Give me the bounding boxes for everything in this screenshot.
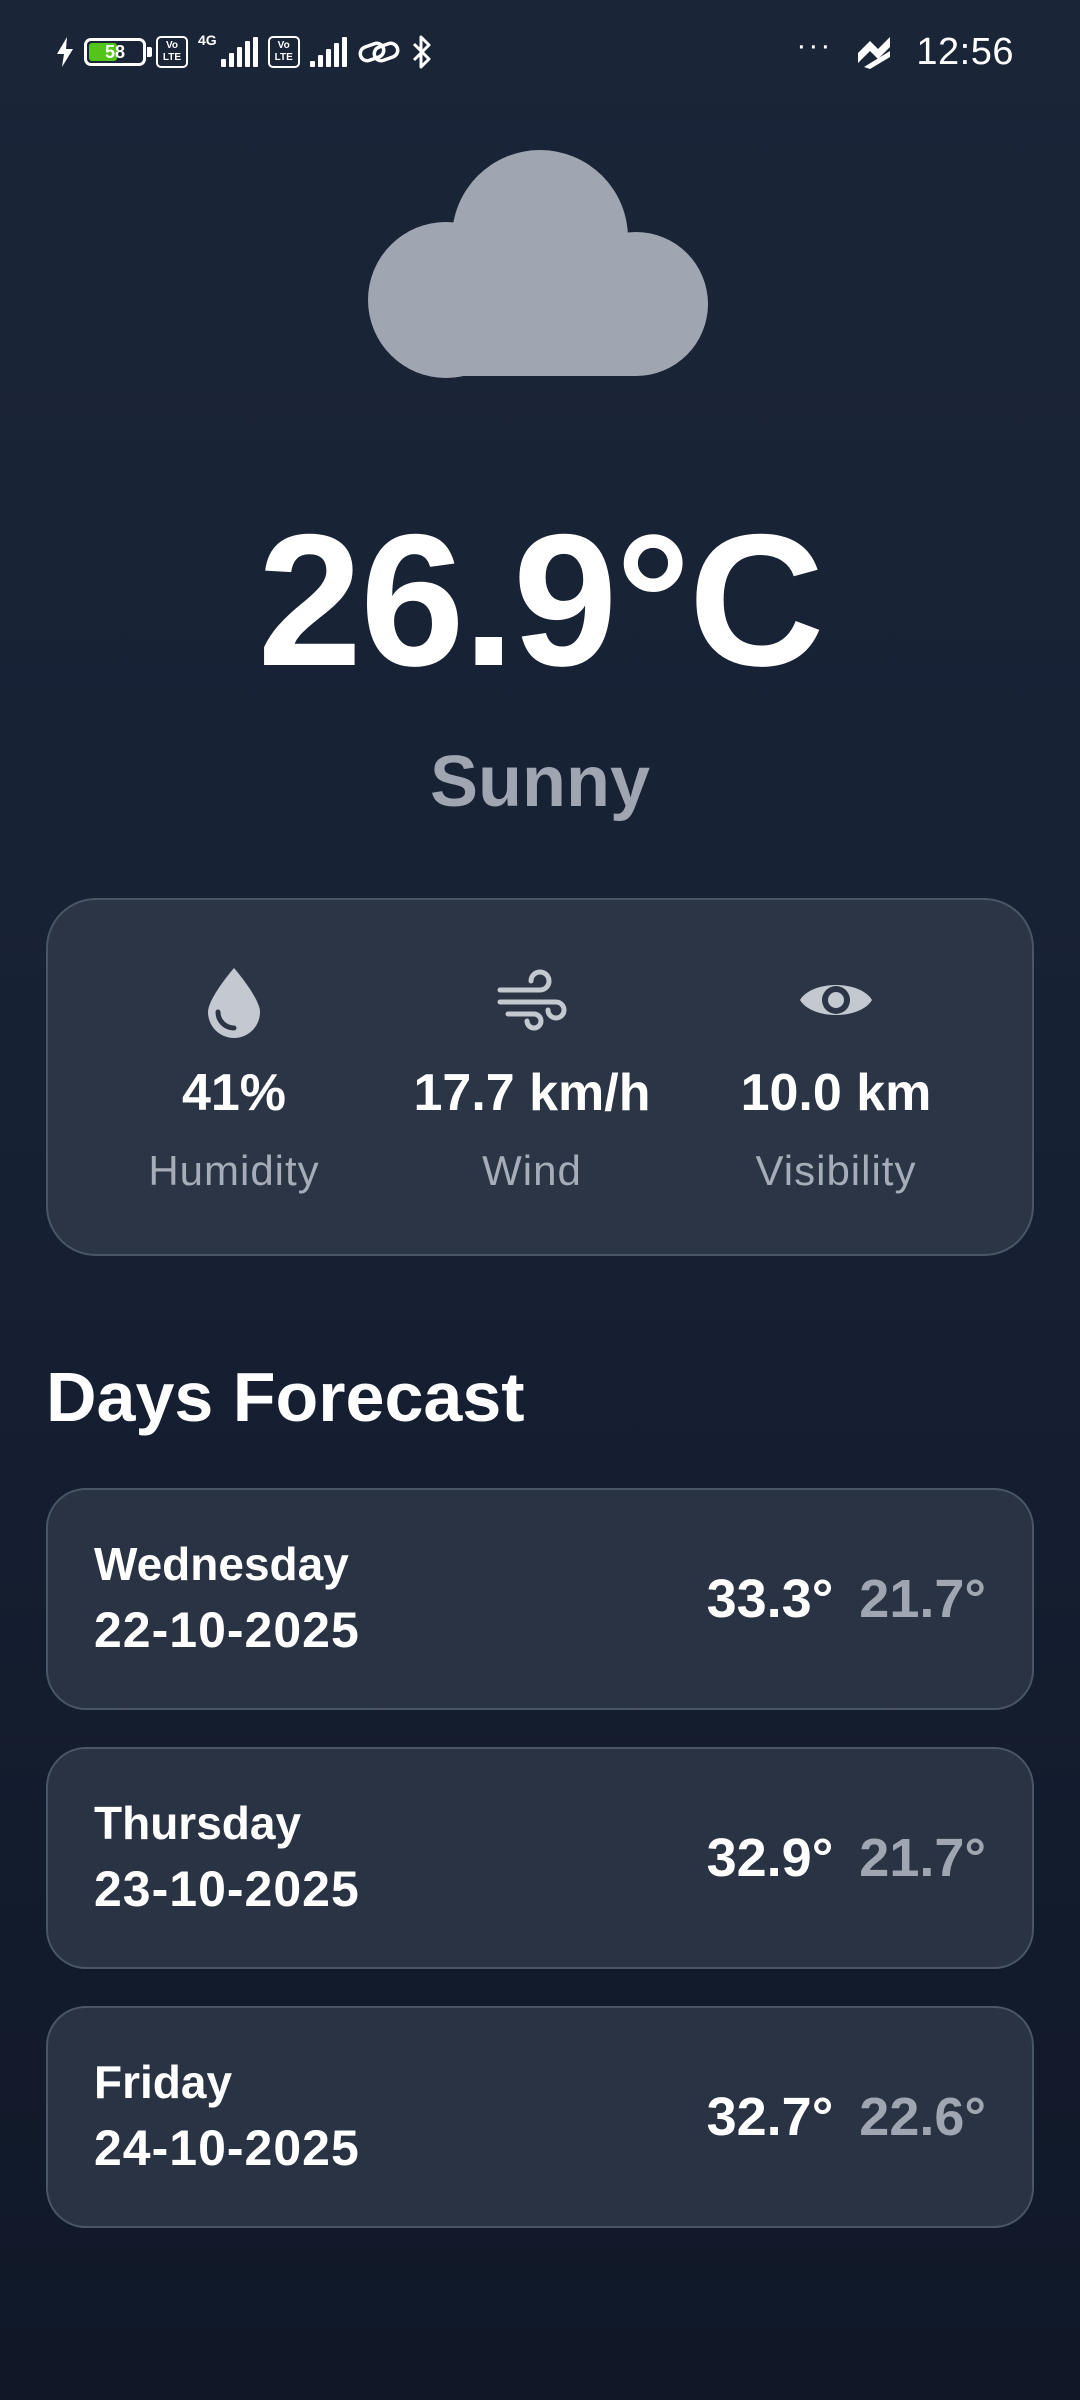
water-drop-icon <box>208 968 260 1038</box>
more-indicator: ··· <box>796 29 833 62</box>
forecast-title: Days Forecast <box>46 1358 525 1436</box>
weather-stats-card: 41% Humidity 17.7 km/h Wind 10.0 km Visi… <box>46 898 1034 1256</box>
battery-icon: 58 <box>84 38 152 66</box>
humidity-label: Humidity <box>148 1147 320 1194</box>
forecast-high: 33.3° <box>706 1569 834 1629</box>
forecast-high: 32.9° <box>706 1828 834 1888</box>
cloud-icon <box>368 150 708 378</box>
humidity-stat: 41% Humidity <box>74 900 394 1258</box>
weather-condition: Sunny <box>429 742 650 822</box>
status-bar: 58 Vo LTE 4G Vo LTE ··· 12:56 <box>0 0 1080 104</box>
status-bar-right: ··· 12:56 <box>796 26 1014 78</box>
volte-icon-2: Vo LTE <box>267 36 300 68</box>
bluetooth-icon <box>412 35 431 69</box>
visibility-label: Visibility <box>755 1147 917 1194</box>
wind-label: Wind <box>482 1147 582 1194</box>
forecast-low: 22.6° <box>859 2087 986 2147</box>
forecast-card[interactable]: Thursday 23-10-2025 32.9° 21.7° <box>46 1747 1034 1969</box>
network-type: 4G <box>198 32 217 48</box>
visibility-stat: 10.0 km Visibility <box>676 900 996 1258</box>
wind-stat: 17.7 km/h Wind <box>372 900 692 1258</box>
volte-icon: Vo LTE <box>156 36 188 68</box>
signal-strength-icon-2 <box>309 37 347 67</box>
current-temperature: 26.9°C <box>257 495 825 705</box>
forecast-card[interactable]: Wednesday 22-10-2025 33.3° 21.7° <box>46 1488 1034 1710</box>
do-not-disturb-icon <box>858 37 891 69</box>
forecast-temps: 32.7° 22.6° <box>707 2084 986 2150</box>
forecast-temps: 32.9° 21.7° <box>707 1825 986 1891</box>
forecast-low: 21.7° <box>859 1569 986 1629</box>
forecast-date: 22-10-2025 <box>94 1602 360 1658</box>
battery-level: 58 <box>104 42 126 62</box>
forecast-high: 32.7° <box>706 2087 834 2147</box>
wind-value: 17.7 km/h <box>413 1064 651 1122</box>
forecast-day: Friday <box>94 2056 233 2108</box>
status-bar-left: 58 Vo LTE 4G Vo LTE <box>56 30 433 74</box>
forecast-day: Wednesday <box>94 1538 349 1590</box>
signal-strength-icon <box>220 37 258 67</box>
forecast-card[interactable]: Friday 24-10-2025 32.7° 22.6° <box>46 2006 1034 2228</box>
visibility-value: 10.0 km <box>740 1064 932 1122</box>
charging-icon <box>57 37 73 67</box>
clock: 12:56 <box>916 30 1014 73</box>
wind-icon <box>497 969 567 1031</box>
forecast-date: 23-10-2025 <box>94 1861 360 1917</box>
forecast-date: 24-10-2025 <box>94 2120 360 2176</box>
forecast-day: Thursday <box>94 1797 302 1849</box>
link-icon <box>358 41 400 63</box>
forecast-temps: 33.3° 21.7° <box>707 1566 986 1632</box>
forecast-low: 21.7° <box>859 1828 986 1888</box>
eye-icon <box>800 985 872 1015</box>
humidity-value: 41% <box>181 1064 287 1122</box>
